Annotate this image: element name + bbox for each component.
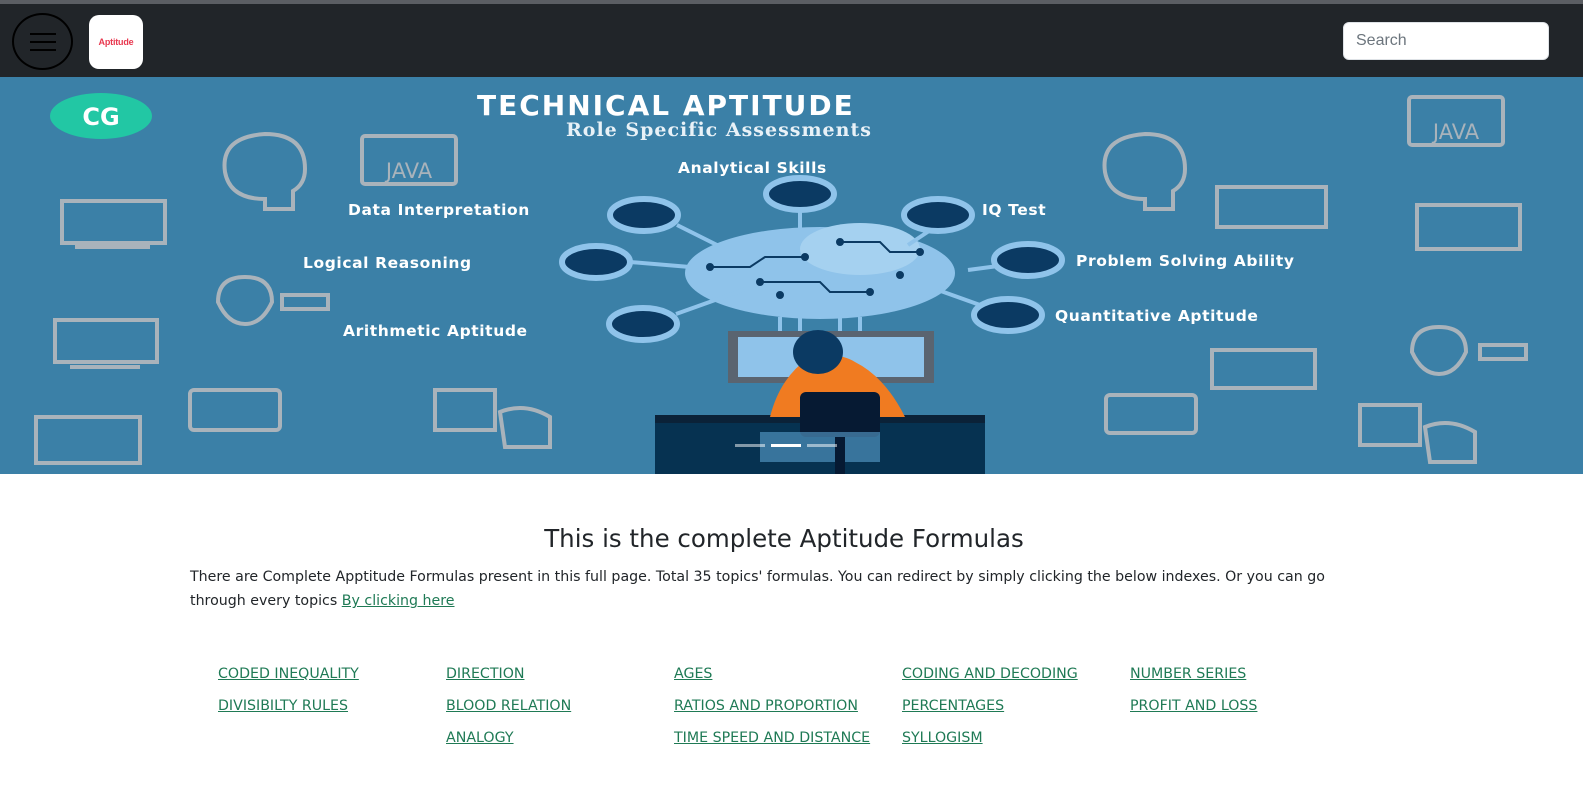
label-iq-test: IQ Test [982, 201, 1047, 219]
all-topics-link[interactable]: By clicking here [342, 593, 455, 609]
logo-text: Aptitude [98, 37, 134, 47]
brain-circuit-icon [629, 207, 1029, 337]
checklist-icon [433, 388, 552, 449]
hero-carousel: CG JAVA JAVA TECHNICAL APTITUDE Role Spe… [0, 77, 1583, 474]
search-input[interactable] [1343, 22, 1549, 60]
carousel-indicator-1[interactable] [735, 444, 765, 447]
label-data-interpretation: Data Interpretation [348, 201, 530, 219]
hamburger-icon [30, 33, 56, 35]
label-arithmetic-aptitude: Arithmetic Aptitude [343, 322, 528, 340]
topic-link[interactable]: AGES [674, 663, 894, 695]
label-logical-reasoning: Logical Reasoning [303, 254, 472, 272]
user-chat-icon [215, 274, 330, 327]
computer-icon [60, 199, 167, 249]
cg-badge-text: CG [82, 103, 119, 131]
site-logo[interactable]: Aptitude [89, 15, 143, 69]
topic-link[interactable]: CODING AND DECODING [902, 663, 1122, 695]
topic-column-5: NUMBER SERIES PROFIT AND LOSS [1130, 663, 1350, 727]
topic-link[interactable]: NUMBER SERIES [1130, 663, 1350, 695]
carousel-indicator-3[interactable] [807, 444, 837, 447]
intro-paragraph: There are Complete Apptitude Formulas pr… [190, 565, 1380, 613]
carousel-indicator-2[interactable] [771, 444, 801, 447]
topic-column-2: DIRECTION BLOOD RELATION ANALOGY [446, 663, 666, 759]
topic-column-1: CODED INEQUALITY DIVISIBILTY RULES [218, 663, 438, 727]
topic-column-3: AGES RATIOS AND PROPORTION TIME SPEED AN… [674, 663, 894, 759]
head-puzzle-icon [222, 131, 308, 211]
topic-link[interactable]: BLOOD RELATION [446, 695, 666, 727]
menu-toggle-button[interactable] [12, 13, 73, 70]
topic-link[interactable]: ANALOGY [446, 727, 666, 759]
navbar: Aptitude [0, 4, 1583, 77]
page-title: This is the complete Aptitude Formulas [544, 524, 1024, 553]
topic-link[interactable]: DIRECTION [446, 663, 666, 695]
label-analytical-skills: Analytical Skills [678, 159, 827, 177]
topic-link[interactable]: RATIOS AND PROPORTION [674, 695, 894, 727]
label-problem-solving: Problem Solving Ability [1076, 252, 1295, 270]
topic-column-4: CODING AND DECODING PERCENTAGES SYLLOGIS… [902, 663, 1122, 759]
carousel-indicators [735, 444, 837, 447]
topic-link[interactable]: TIME SPEED AND DISTANCE [674, 727, 894, 759]
person-at-desk-illustration [655, 330, 985, 474]
label-quantitative-aptitude: Quantitative Aptitude [1055, 307, 1259, 325]
topic-link[interactable]: SYLLOGISM [902, 727, 1122, 759]
code-monitor-icon [53, 318, 159, 369]
topic-link[interactable]: CODED INEQUALITY [218, 663, 438, 695]
topic-link[interactable]: PROFIT AND LOSS [1130, 695, 1350, 727]
hero-subtitle: Role Specific Assessments [566, 119, 872, 141]
hero-title: TECHNICAL APTITUDE [477, 89, 855, 122]
topic-link[interactable]: DIVISIBILTY RULES [218, 695, 438, 727]
calculator-icon [188, 388, 282, 432]
svg-text:JAVA: JAVA [1431, 120, 1480, 144]
topic-link[interactable]: PERCENTAGES [902, 695, 1122, 727]
video-call-icon [34, 415, 142, 465]
java-icon-text: JAVA [384, 159, 433, 183]
